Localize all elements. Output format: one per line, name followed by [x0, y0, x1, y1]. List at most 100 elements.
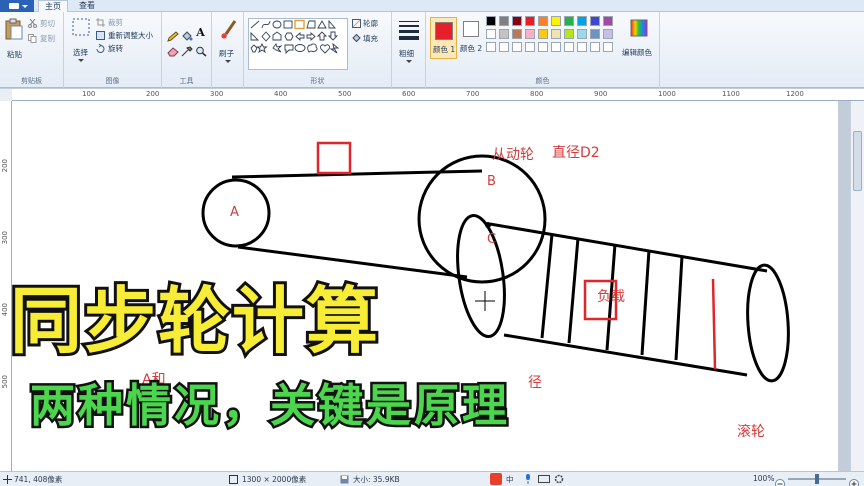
palette-swatch[interactable]: [551, 42, 561, 52]
palette-swatch[interactable]: [590, 42, 600, 52]
line-width-icon: [399, 21, 419, 40]
palette-swatch[interactable]: [499, 29, 509, 39]
brushes-group: 刷子: [212, 12, 244, 88]
copy-label: 复制: [40, 34, 55, 43]
copy-icon: [28, 34, 37, 43]
zoom-out-button[interactable]: [775, 474, 785, 486]
palette-swatch[interactable]: [499, 42, 509, 52]
palette-swatch[interactable]: [577, 16, 587, 26]
palette-swatch[interactable]: [538, 29, 548, 39]
horizontal-ruler: 100 200 300 400 500 600 700 800 900 1000 1100 1200: [12, 89, 864, 101]
palette-swatch[interactable]: [512, 29, 522, 39]
brushes-button[interactable]: 刷子: [214, 16, 242, 68]
plus-icon: [849, 479, 859, 486]
ime-toolbar[interactable]: 中: [490, 473, 570, 485]
ruler-tick-label: 1000: [658, 90, 676, 98]
text-tool-glyph: A: [196, 26, 205, 39]
palette-swatch[interactable]: [603, 29, 613, 39]
zoom-in-button[interactable]: [849, 474, 859, 486]
color-picker-tool[interactable]: [180, 41, 193, 57]
scissors-icon: [28, 19, 37, 28]
palette-swatch[interactable]: [564, 42, 574, 52]
palette-swatch[interactable]: [551, 29, 561, 39]
shapes-gallery[interactable]: [248, 18, 348, 70]
outline-label: 轮廓: [363, 19, 378, 28]
palette-swatch[interactable]: [486, 29, 496, 39]
zoom-slider[interactable]: [788, 474, 846, 484]
tab-view[interactable]: 查看: [72, 0, 102, 12]
palette-swatch[interactable]: [525, 16, 535, 26]
fill-icon: [352, 34, 361, 43]
palette-swatch[interactable]: [499, 16, 509, 26]
palette-swatch[interactable]: [551, 16, 561, 26]
palette-swatch[interactable]: [538, 42, 548, 52]
shapes-group-label: 形状: [310, 77, 325, 85]
minus-icon: [775, 479, 785, 486]
text-tool[interactable]: A: [194, 26, 207, 38]
palette-swatch[interactable]: [512, 42, 522, 52]
zoom-slider-thumb[interactable]: [815, 474, 819, 484]
disk-icon: [340, 475, 349, 484]
palette-swatch[interactable]: [486, 42, 496, 52]
outline-button[interactable]: 轮廓: [352, 18, 392, 29]
copy-button[interactable]: 复制: [28, 33, 62, 44]
palette-swatch[interactable]: [486, 16, 496, 26]
rotate-icon: [96, 44, 105, 53]
palette-swatch[interactable]: [577, 29, 587, 39]
ruler-tick-label: 700: [466, 90, 480, 98]
edit-colors-button[interactable]: 编辑颜色: [622, 15, 658, 65]
palette-swatch[interactable]: [577, 42, 587, 52]
vertical-scrollbar[interactable]: [850, 101, 864, 471]
magnifier-tool[interactable]: [194, 41, 207, 57]
chevron-down-icon: [22, 5, 28, 8]
rotate-button[interactable]: 旋转: [96, 43, 156, 54]
palette-swatch[interactable]: [512, 16, 522, 26]
crop-button[interactable]: 裁剪: [96, 17, 156, 28]
palette-swatch[interactable]: [564, 16, 574, 26]
color1-swatch: [435, 22, 453, 40]
vertical-scrollbar-thumb[interactable]: [853, 131, 862, 191]
paint-window: 主页 查看 粘贴 剪切 复制 剪贴板 选择 裁剪 重新调整大小 旋转 图像 A …: [0, 0, 864, 486]
palette-swatch[interactable]: [603, 42, 613, 52]
label-driven-wheel: 从动轮: [492, 147, 534, 163]
file-menu-button[interactable]: [0, 0, 34, 12]
cursor-position-icon: [3, 475, 12, 484]
ruler-tick-label: 500: [1, 375, 9, 389]
palette-swatch[interactable]: [525, 29, 535, 39]
paste-button[interactable]: 粘贴: [3, 15, 25, 65]
eraser-tool[interactable]: [166, 41, 179, 57]
zoom-level: 100%: [753, 474, 775, 483]
red-box-top: [316, 141, 352, 175]
ruler-tick-label: 200: [146, 90, 160, 98]
ruler-tick-label: 300: [1, 231, 9, 245]
fill-tool[interactable]: [180, 26, 193, 41]
resize-icon: [96, 31, 105, 40]
cut-button[interactable]: 剪切: [28, 18, 62, 29]
palette-swatch[interactable]: [603, 16, 613, 26]
ruler-tick-label: 500: [338, 90, 352, 98]
select-button[interactable]: 选择: [68, 15, 94, 67]
edit-colors-label: 编辑颜色: [622, 48, 652, 57]
size-button[interactable]: 粗细: [395, 16, 423, 68]
palette-swatch[interactable]: [590, 16, 600, 26]
resize-button[interactable]: 重新调整大小: [96, 30, 160, 41]
color2-label: 颜色 2: [460, 44, 483, 53]
chevron-down-icon: [225, 60, 231, 63]
label-b: B: [487, 174, 496, 189]
size-group: 粗细: [392, 12, 426, 88]
resize-label: 重新调整大小: [108, 31, 153, 40]
overlay-title: 同步轮计算: [7, 276, 381, 366]
fill-button[interactable]: 填充: [352, 33, 392, 44]
color-palette: [486, 16, 618, 56]
color2-button[interactable]: 颜色 2: [458, 17, 485, 59]
color1-button[interactable]: 颜色 1: [430, 17, 457, 59]
size-label: 粗细: [399, 49, 414, 58]
palette-swatch[interactable]: [590, 29, 600, 39]
label-roller: 滚轮: [737, 424, 765, 440]
ruler-tick-label: 1200: [786, 90, 804, 98]
palette-swatch[interactable]: [525, 42, 535, 52]
palette-swatch[interactable]: [538, 16, 548, 26]
pencil-tool[interactable]: [166, 26, 179, 42]
palette-swatch[interactable]: [564, 29, 574, 39]
ruler-tick-label: 100: [82, 90, 96, 98]
